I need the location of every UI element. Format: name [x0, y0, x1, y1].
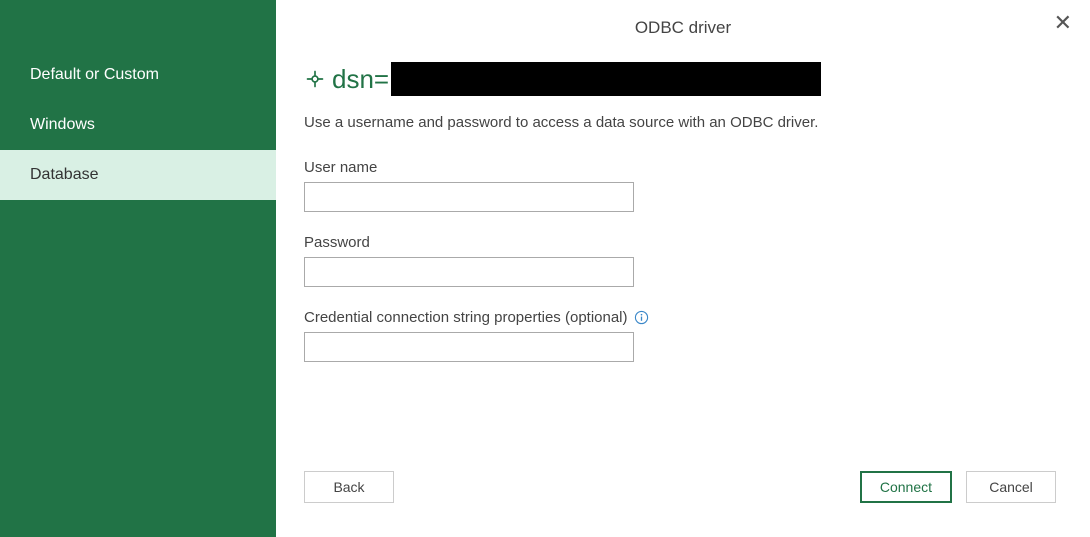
- dialog-title: ODBC driver: [276, 0, 1090, 38]
- close-button[interactable]: ✕: [1054, 12, 1072, 34]
- data-source-icon: [304, 68, 326, 90]
- sidebar-item-label: Default or Custom: [30, 66, 159, 83]
- dsn-row: dsn=: [304, 62, 1062, 96]
- content-area: dsn= Use a username and password to acce…: [276, 38, 1090, 362]
- dsn-value-redacted: [391, 62, 821, 96]
- password-field-group: Password: [304, 234, 1062, 287]
- conn-props-input[interactable]: [304, 332, 634, 362]
- sidebar: Default or Custom Windows Database: [0, 0, 276, 537]
- description-text: Use a username and password to access a …: [304, 114, 1062, 131]
- back-button[interactable]: Back: [304, 471, 394, 503]
- cancel-button-label: Cancel: [989, 479, 1033, 495]
- password-label: Password: [304, 234, 1062, 251]
- username-field-group: User name: [304, 159, 1062, 212]
- main-panel: ✕ ODBC driver dsn= Use a username and pa…: [276, 0, 1090, 537]
- username-input[interactable]: [304, 182, 634, 212]
- username-label: User name: [304, 159, 1062, 176]
- dsn-label: dsn=: [332, 64, 389, 95]
- sidebar-item-default-or-custom[interactable]: Default or Custom: [0, 50, 276, 100]
- sidebar-item-windows[interactable]: Windows: [0, 100, 276, 150]
- sidebar-item-label: Windows: [30, 116, 95, 133]
- password-input[interactable]: [304, 257, 634, 287]
- close-icon: ✕: [1054, 10, 1072, 35]
- connect-button[interactable]: Connect: [860, 471, 952, 503]
- sidebar-item-label: Database: [30, 166, 99, 183]
- conn-props-field-group: Credential connection string properties …: [304, 309, 1062, 362]
- dialog-footer: Back Connect Cancel: [304, 471, 1056, 503]
- conn-props-label-text: Credential connection string properties …: [304, 309, 628, 326]
- conn-props-label: Credential connection string properties …: [304, 309, 1062, 326]
- connect-button-label: Connect: [880, 479, 932, 495]
- sidebar-item-database[interactable]: Database: [0, 150, 276, 200]
- cancel-button[interactable]: Cancel: [966, 471, 1056, 503]
- back-button-label: Back: [333, 479, 364, 495]
- footer-right-group: Connect Cancel: [860, 471, 1056, 503]
- info-icon[interactable]: [634, 310, 650, 326]
- odbc-driver-dialog: Default or Custom Windows Database ✕ ODB…: [0, 0, 1090, 537]
